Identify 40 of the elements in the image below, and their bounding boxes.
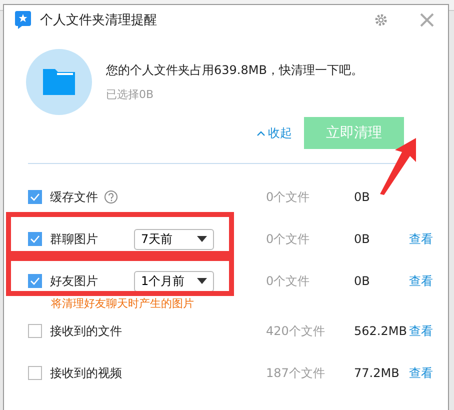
hint-text: 将清理好友聊天时产生的图片 — [51, 298, 195, 310]
file-size: 0B — [354, 274, 370, 288]
checkbox[interactable] — [28, 232, 42, 246]
file-count: 0个文件 — [266, 188, 310, 206]
help-icon[interactable] — [104, 190, 118, 204]
window-title: 个人文件夹清理提醒 — [40, 12, 157, 29]
caret-icon — [197, 236, 207, 242]
star-logo-icon — [14, 10, 32, 30]
period-dropdown[interactable]: 7天前 — [134, 228, 214, 250]
collapse-link[interactable]: 收起 — [257, 124, 292, 142]
file-size: 562.2MB — [354, 324, 407, 338]
folder-icon — [43, 69, 75, 95]
checkbox[interactable] — [28, 274, 42, 288]
checkbox[interactable] — [28, 366, 42, 380]
view-link[interactable]: 查看 — [409, 272, 433, 290]
close-icon[interactable] — [420, 13, 434, 27]
item-label: 接收到的文件 — [50, 322, 122, 340]
checkbox[interactable] — [28, 190, 42, 204]
file-count: 0个文件 — [266, 230, 310, 248]
chevron-up-icon — [257, 130, 265, 136]
item-label: 好友图片 — [50, 272, 98, 290]
file-size: 0B — [354, 190, 370, 204]
file-size: 0B — [354, 232, 370, 246]
settings-icon[interactable] — [374, 13, 388, 27]
file-count: 0个文件 — [266, 272, 310, 290]
item-label: 群聊图片 — [50, 230, 98, 248]
caret-icon — [197, 278, 207, 284]
item-label: 接收到的视频 — [50, 364, 122, 382]
view-link[interactable]: 查看 — [409, 322, 433, 340]
view-link[interactable]: 查看 — [409, 230, 433, 248]
file-size: 77.2MB — [354, 366, 400, 380]
period-dropdown[interactable]: 1个月前 — [134, 270, 214, 292]
file-count: 420个文件 — [266, 322, 325, 340]
checkbox[interactable] — [28, 324, 42, 338]
annotation-arrow — [378, 138, 418, 196]
selected-size: 已选择0B — [106, 87, 155, 102]
file-count: 187个文件 — [266, 364, 325, 382]
item-label: 缓存文件 — [50, 188, 98, 206]
view-link[interactable]: 查看 — [409, 364, 433, 382]
usage-message: 您的个人文件夹占用639.8MB，快清理一下吧。 — [106, 62, 363, 79]
